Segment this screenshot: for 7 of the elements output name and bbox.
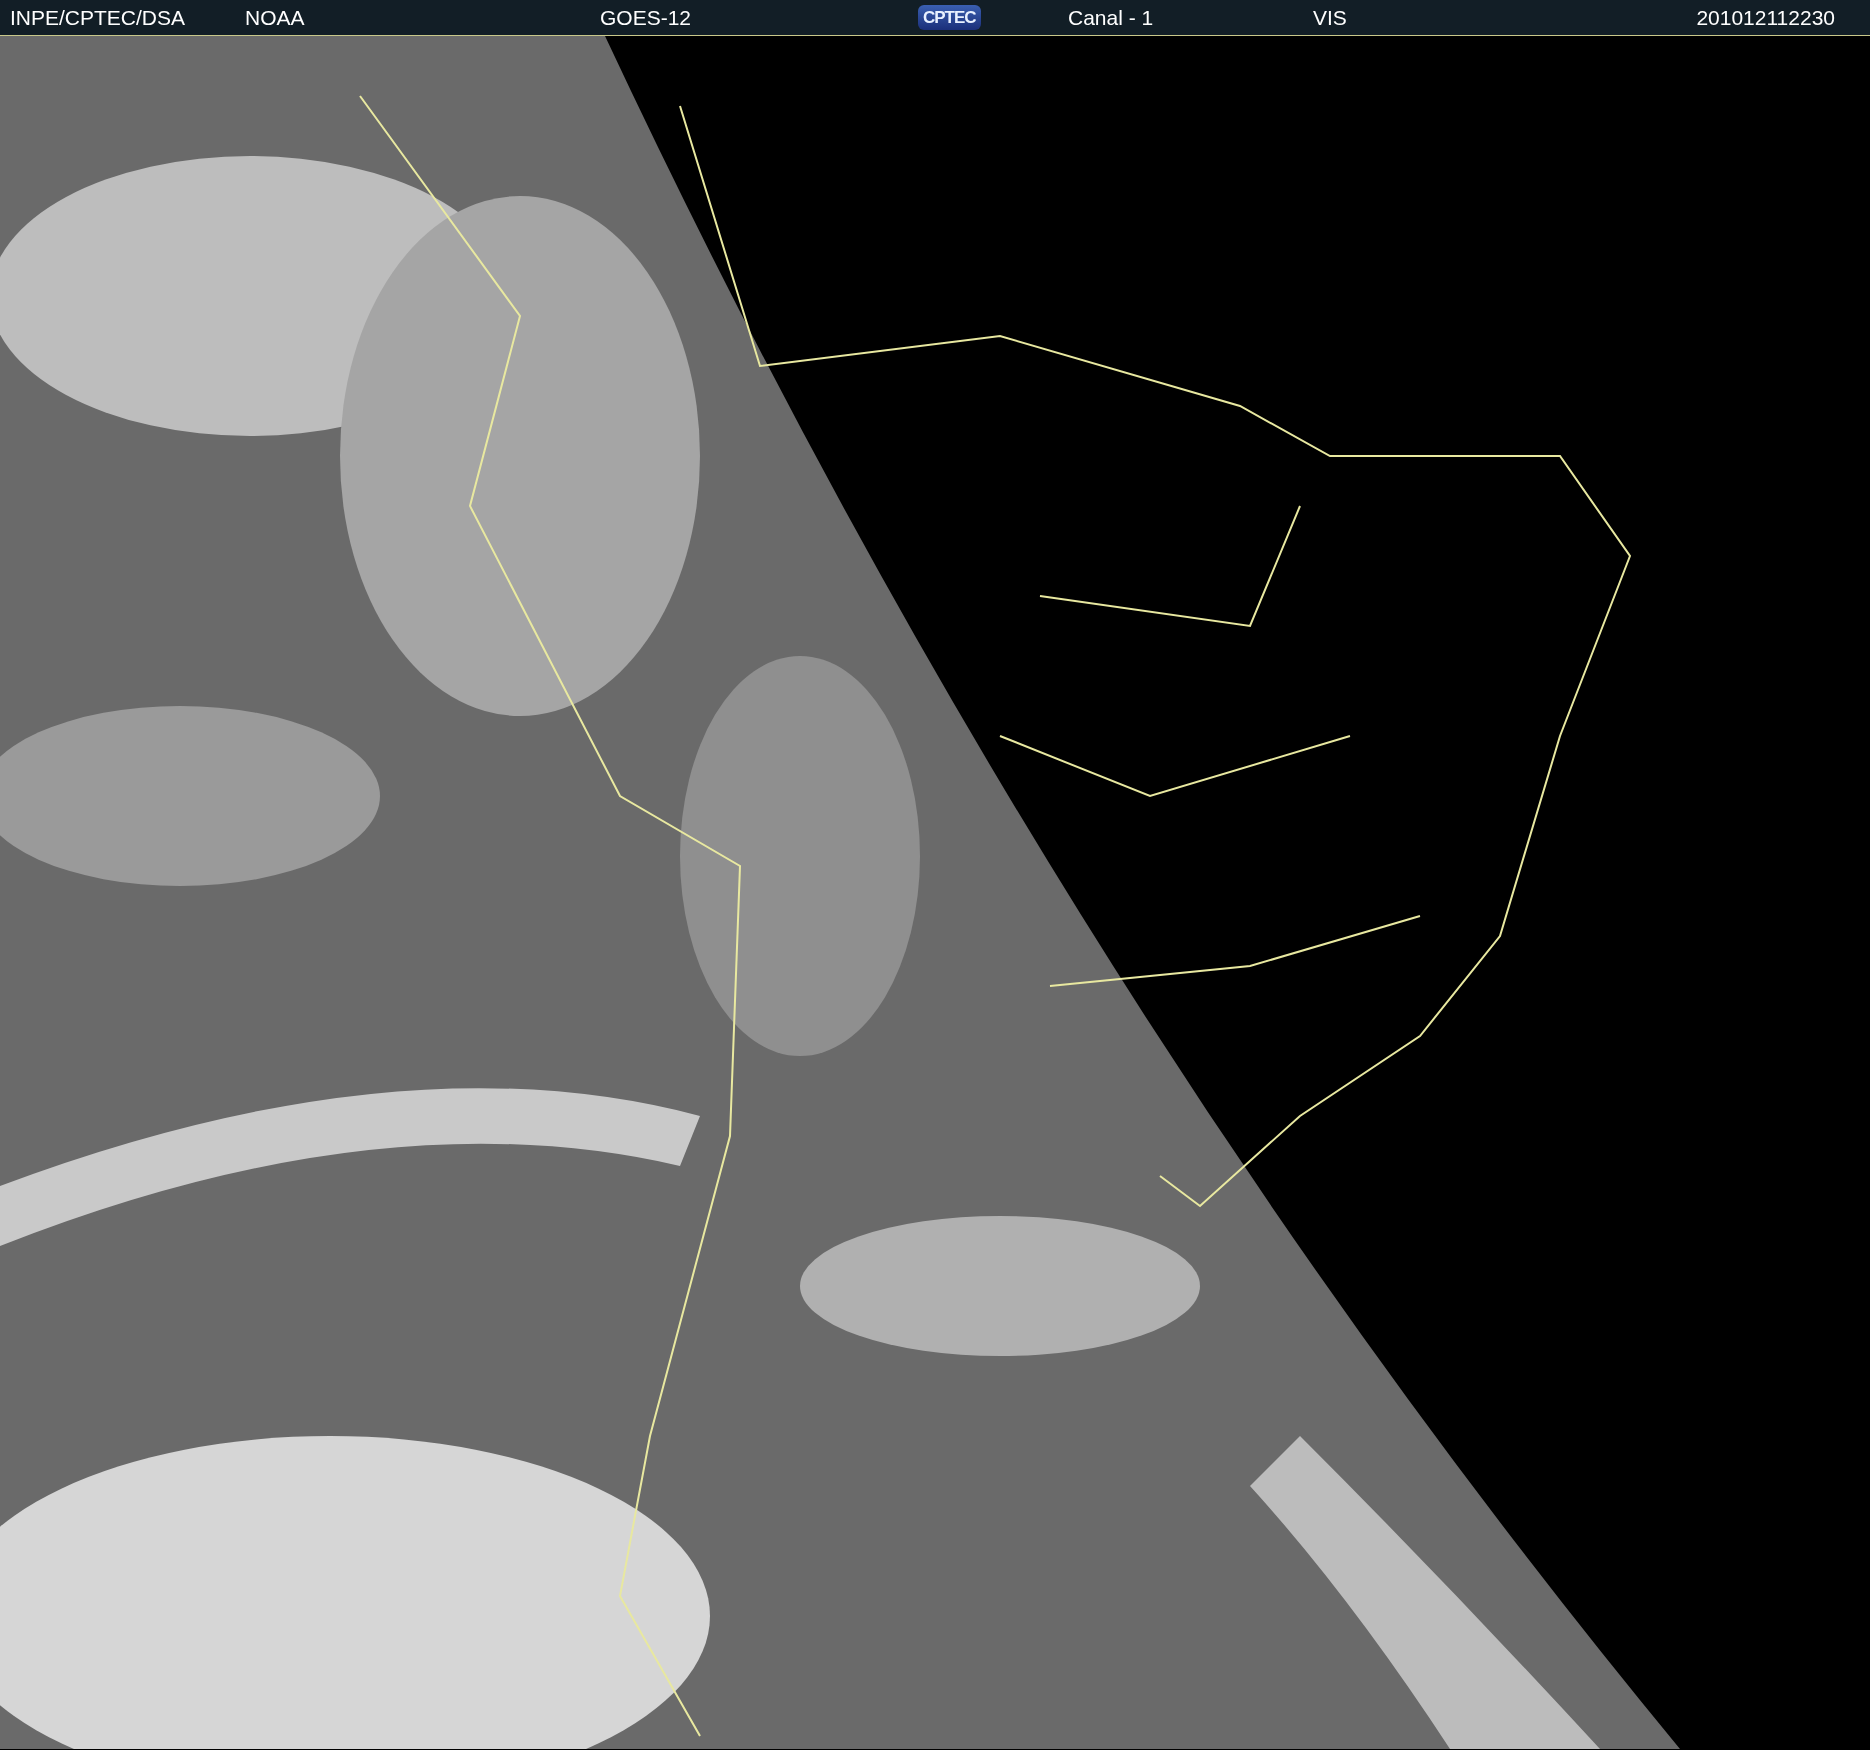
header-label: Canal - 1 <box>1068 7 1154 28</box>
header-label: VIS <box>1313 7 1347 28</box>
header-label: INPE/CPTEC/DSA <box>10 7 186 28</box>
header-label: NOAA <box>245 7 305 28</box>
header-label: 201012112230 <box>1696 7 1835 28</box>
logo: CPTEC <box>918 5 981 30</box>
header-label: GOES-12 <box>600 7 692 28</box>
